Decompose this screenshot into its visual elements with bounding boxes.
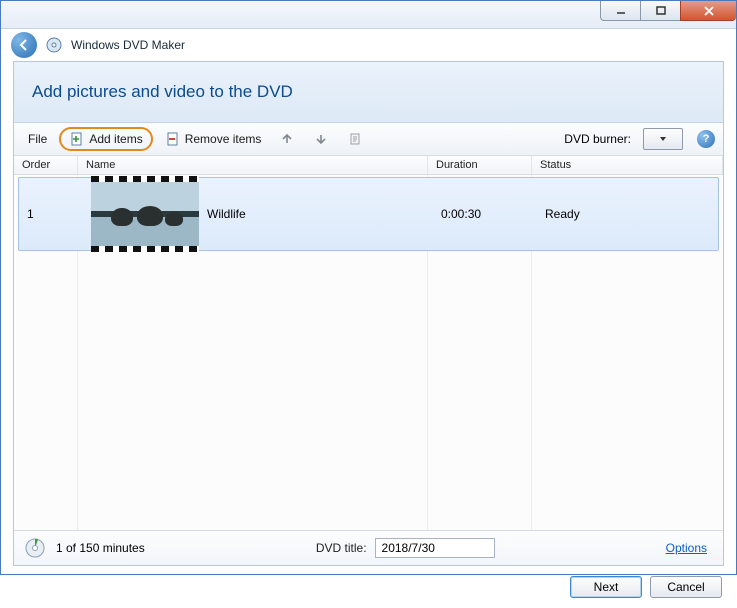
window-titlebar	[1, 1, 736, 29]
col-status[interactable]: Status	[532, 156, 723, 174]
banner: Add pictures and video to the DVD	[14, 62, 723, 123]
arrow-up-icon	[279, 131, 295, 147]
arrow-down-icon	[313, 131, 329, 147]
close-button[interactable]	[680, 1, 736, 21]
disc-usage-icon	[24, 537, 46, 559]
cell-name: Wildlife	[207, 207, 246, 221]
properties-button[interactable]	[341, 129, 369, 149]
remove-items-button[interactable]: Remove items	[159, 129, 268, 149]
video-thumbnail	[91, 176, 199, 252]
app-title: Windows DVD Maker	[71, 38, 185, 52]
col-duration[interactable]: Duration	[428, 156, 532, 174]
add-items-button[interactable]: Add items	[59, 127, 152, 151]
app-icon	[45, 36, 63, 54]
back-button[interactable]	[11, 32, 37, 58]
add-icon	[69, 131, 85, 147]
move-up-button[interactable]	[273, 129, 301, 149]
properties-icon	[347, 131, 363, 147]
next-button[interactable]: Next	[570, 576, 642, 598]
page-title: Add pictures and video to the DVD	[32, 82, 705, 102]
cell-duration: 0:00:30	[433, 204, 537, 224]
help-button[interactable]: ?	[697, 130, 715, 148]
dvd-title-input[interactable]	[375, 538, 495, 558]
cancel-button[interactable]: Cancel	[650, 576, 722, 598]
cell-status: Ready	[537, 204, 718, 224]
cell-order: 1	[19, 204, 83, 224]
table-row[interactable]: 1 Wildlife 0:00:30 Ready	[18, 177, 719, 251]
move-down-button[interactable]	[307, 129, 335, 149]
minutes-used: 1 of 150 minutes	[56, 541, 145, 555]
maximize-button[interactable]	[640, 1, 680, 21]
remove-icon	[165, 131, 181, 147]
burner-select[interactable]	[643, 128, 683, 150]
options-link[interactable]: Options	[666, 541, 707, 555]
col-name[interactable]: Name	[78, 156, 428, 174]
col-order[interactable]: Order	[14, 156, 78, 174]
file-menu[interactable]: File	[22, 130, 53, 148]
burner-label: DVD burner:	[564, 132, 631, 146]
dvd-title-label: DVD title:	[316, 541, 367, 555]
minimize-button[interactable]	[600, 1, 640, 21]
